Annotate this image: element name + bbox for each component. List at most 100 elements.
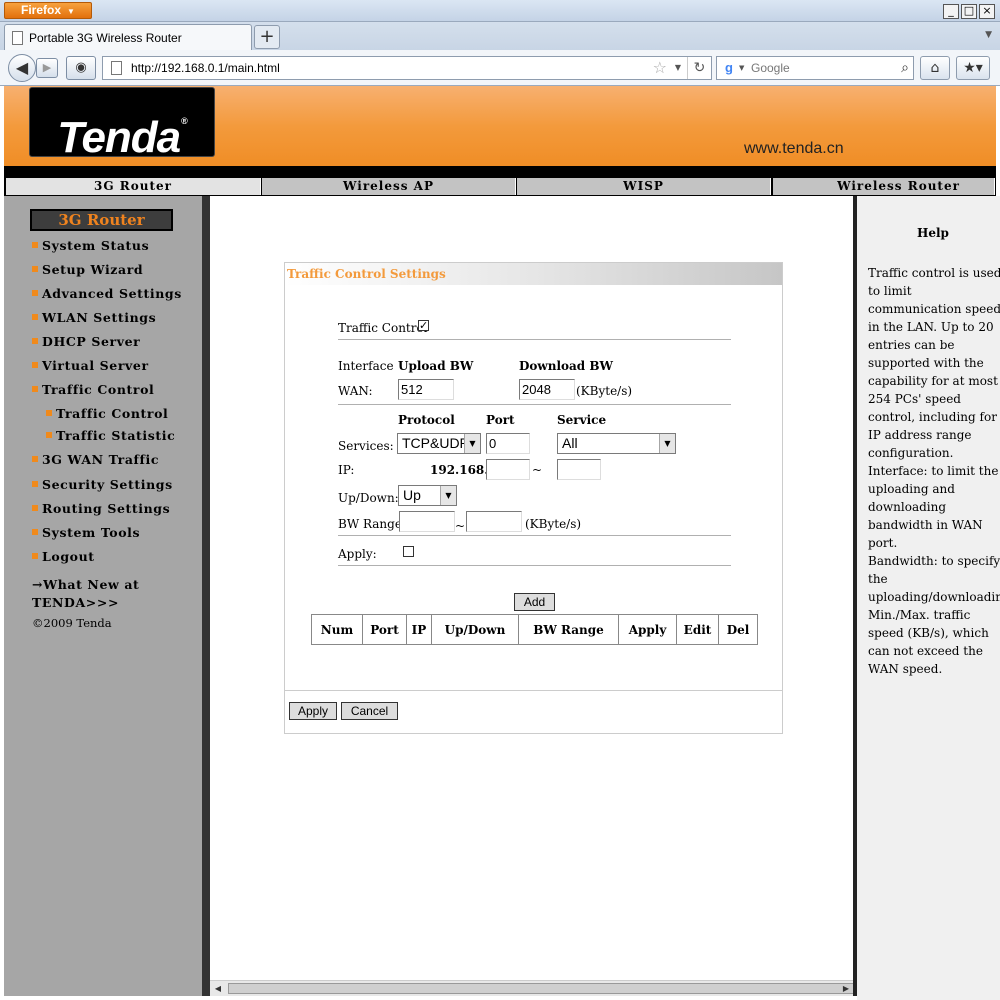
url-text: http://192.168.0.1/main.html	[131, 61, 280, 75]
column-header-updown: Up/Down	[431, 614, 519, 645]
sidebar-item-system-tools[interactable]: System Tools	[32, 525, 140, 540]
bw-max-input[interactable]	[466, 511, 522, 532]
maximize-button[interactable]: □	[961, 4, 977, 19]
apply-button[interactable]: Apply	[289, 702, 337, 720]
column-header-port: Port	[362, 614, 407, 645]
sidebar-subitem-traffic-control[interactable]: Traffic Control	[46, 406, 168, 421]
header-banner: Tenda® www.tenda.cn	[4, 86, 996, 176]
mode-tab-wireless-router[interactable]: Wireless Router	[773, 178, 995, 195]
mode-tab-wireless-ap[interactable]: Wireless AP	[262, 178, 516, 195]
firefox-menu-label: Firefox	[21, 3, 62, 17]
ip-range-tilde: ~	[532, 463, 543, 477]
ip-start-input[interactable]	[486, 459, 530, 480]
wan-label: WAN:	[338, 384, 373, 398]
sidebar-item-logout[interactable]: Logout	[32, 549, 95, 564]
back-button[interactable]: ◀	[8, 54, 36, 82]
copyright-text: ©2009 Tenda	[32, 616, 112, 630]
main-content: Traffic Control Settings Traffic Control…	[210, 196, 854, 980]
bookmark-star-icon[interactable]: ☆	[653, 57, 667, 79]
minimize-button[interactable]: _	[943, 4, 959, 19]
whats-new-link[interactable]: →What New at TENDA>>>	[32, 576, 152, 612]
help-text: Traffic control is used to limit communi…	[868, 266, 1000, 676]
sidebar-item-traffic-control[interactable]: Traffic Control	[32, 382, 154, 397]
bw-min-input[interactable]	[399, 511, 455, 532]
search-placeholder: Google	[751, 61, 790, 75]
site-identity-button[interactable]: ◉	[66, 56, 96, 80]
url-bar[interactable]: http://192.168.0.1/main.html ☆ ▼ ↻	[102, 56, 712, 80]
sidebar-item-routing-settings[interactable]: Routing Settings	[32, 501, 170, 516]
browser-tab[interactable]: Portable 3G Wireless Router	[4, 24, 252, 50]
divider	[338, 404, 731, 406]
updown-value: Up	[403, 487, 421, 503]
apply-checkbox[interactable]	[403, 546, 414, 557]
traffic-control-checkbox[interactable]: ✓	[418, 320, 429, 331]
globe-icon: ◉	[75, 60, 87, 75]
apply-label: Apply:	[338, 547, 377, 561]
reload-icon[interactable]: ↻	[687, 57, 711, 79]
service-value: All	[562, 435, 578, 451]
google-icon: g	[725, 60, 733, 75]
tab-list-icon[interactable]: ▼	[985, 30, 992, 40]
search-engine-dropdown-icon[interactable]: ▼	[739, 57, 744, 79]
sidebar: 3G Router System Status Setup Wizard Adv…	[4, 196, 202, 996]
sidebar-item-virtual-server[interactable]: Virtual Server	[32, 358, 149, 373]
panel-title: Traffic Control Settings	[285, 263, 782, 285]
mode-tab-3g-router[interactable]: 3G Router	[6, 178, 261, 195]
website-label: www.tenda.cn	[744, 140, 844, 157]
service-select[interactable]: All ▼	[557, 433, 676, 454]
browser-navbar: ◀ ▶ ◉ http://192.168.0.1/main.html ☆ ▼ ↻…	[0, 50, 1000, 86]
tab-title: Portable 3G Wireless Router	[29, 31, 182, 45]
add-button[interactable]: Add	[514, 593, 555, 611]
rules-table: Num Port IP Up/Down BW Range Apply Edit …	[311, 614, 758, 645]
sidebar-item-wlan-settings[interactable]: WLAN Settings	[32, 310, 156, 325]
horizontal-scrollbar[interactable]: ◀ ▶	[210, 980, 966, 996]
logo-text: Tenda	[57, 113, 181, 162]
scroll-left-icon[interactable]: ◀	[212, 983, 224, 995]
protocol-select[interactable]: TCP&UDP ▼	[397, 433, 481, 454]
sidebar-item-advanced-settings[interactable]: Advanced Settings	[32, 286, 182, 301]
ip-end-input[interactable]	[557, 459, 601, 480]
home-button[interactable]: ⌂	[920, 56, 950, 80]
updown-select[interactable]: Up ▼	[398, 485, 457, 506]
protocol-label: Protocol	[398, 413, 455, 427]
chevron-down-icon: ▼	[464, 434, 480, 453]
close-button[interactable]: ×	[979, 4, 995, 19]
bookmarks-button[interactable]: ★▾	[956, 56, 990, 80]
forward-button[interactable]: ▶	[36, 58, 58, 78]
sidebar-title: 3G Router	[30, 209, 173, 231]
divider	[338, 339, 731, 341]
column-header-del: Del	[718, 614, 758, 645]
bw-range-tilde: ~	[455, 519, 466, 533]
interface-label: Interface	[338, 359, 394, 373]
firefox-menu-button[interactable]: Firefox ▼	[4, 2, 92, 19]
sidebar-subitem-traffic-statistic[interactable]: Traffic Statistic	[46, 428, 175, 443]
port-label: Port	[486, 413, 515, 427]
column-header-bw-range: BW Range	[518, 614, 619, 645]
download-bw-input[interactable]: 2048	[519, 379, 575, 400]
sidebar-item-system-status[interactable]: System Status	[32, 238, 149, 253]
divider	[338, 535, 731, 537]
services-label: Services:	[338, 439, 394, 453]
mode-tab-wisp[interactable]: WISP	[517, 178, 771, 195]
search-icon[interactable]: ⌕	[901, 57, 909, 79]
chevron-down-icon: ▼	[659, 434, 675, 453]
column-header-num: Num	[311, 614, 363, 645]
sidebar-item-setup-wizard[interactable]: Setup Wizard	[32, 262, 143, 277]
sidebar-item-3g-wan-traffic[interactable]: 3G WAN Traffic	[32, 452, 159, 467]
divider	[338, 565, 731, 567]
cancel-button[interactable]: Cancel	[341, 702, 398, 720]
chevron-down-icon: ▼	[440, 486, 456, 505]
sidebar-item-security-settings[interactable]: Security Settings	[32, 477, 173, 492]
browser-tabbar: Portable 3G Wireless Router + ▼	[0, 22, 1000, 50]
new-tab-button[interactable]: +	[254, 25, 280, 49]
download-bw-label: Download BW	[519, 359, 613, 373]
upload-bw-input[interactable]: 512	[398, 379, 454, 400]
traffic-control-label: Traffic Control	[338, 321, 428, 335]
sidebar-item-dhcp-server[interactable]: DHCP Server	[32, 334, 140, 349]
home-icon: ⌂	[930, 60, 940, 76]
scroll-right-icon[interactable]: ▶	[840, 983, 852, 995]
port-input[interactable]: 0	[486, 433, 530, 454]
search-box[interactable]: g ▼ Google ⌕	[716, 56, 914, 80]
forward-arrow-icon: ▶	[42, 61, 52, 74]
history-dropdown-icon[interactable]: ▼	[675, 57, 681, 79]
